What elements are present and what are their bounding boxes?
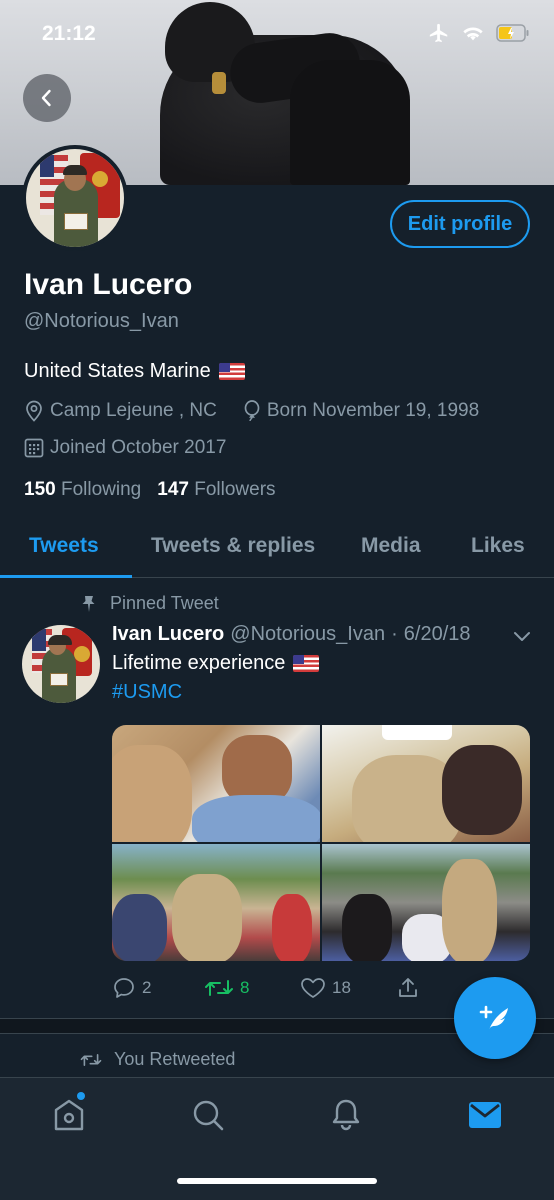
reply-icon [114,978,134,998]
balloon-icon [244,400,260,422]
tweet-author-name[interactable]: Ivan Lucero [112,623,224,646]
following-link[interactable]: 150 Following [24,479,141,501]
wifi-icon [463,27,483,41]
location-pin-icon [26,400,42,422]
profile-joined-row: Joined October 2017 [24,437,226,459]
photo3-person [112,894,167,961]
compose-tweet-button[interactable] [454,977,536,1059]
notifications-icon[interactable] [330,1098,362,1132]
banner-watch [212,72,226,94]
retweet-count: 8 [240,978,250,997]
media-photo-4[interactable] [322,844,530,961]
profile-joined: Joined October 2017 [50,437,227,458]
profile-avatar[interactable] [22,145,128,251]
photo3-uniform [172,874,242,961]
photo3-red-shirt [272,894,312,961]
airplane-icon [429,23,448,43]
tweet-media-grid [112,725,530,961]
photo2-hair [442,745,522,835]
pinned-tweet-label: Pinned Tweet [80,593,219,614]
like-button[interactable]: 18 [300,976,351,1000]
profile-name: Ivan Lucero [24,268,193,301]
search-icon[interactable] [191,1098,225,1132]
pinned-text: Pinned Tweet [110,593,219,613]
follow-stats: 150 Following 147 Followers [24,479,276,501]
compose-tweet-icon [479,1005,508,1030]
tweet-avatar-certificate [50,673,68,686]
media-photo-3[interactable] [112,844,320,961]
active-tab-indicator [0,575,132,578]
like-icon [301,978,325,998]
share-button[interactable] [396,976,420,1000]
tab-media[interactable]: Media [361,534,421,558]
tweet-text: Lifetime experience [112,652,320,675]
home-notification-dot [77,1092,85,1100]
photo1-uniform [112,745,192,842]
us-flag-emoji-icon [218,363,245,380]
following-count: 150 [24,479,56,500]
retweet-icon [80,1053,102,1066]
back-button[interactable] [23,74,71,122]
followers-label: Followers [194,479,276,500]
media-photo-1[interactable] [112,725,320,842]
reply-button[interactable]: 2 [112,976,151,1000]
chevron-down-icon[interactable] [512,626,532,646]
calendar-icon [24,438,44,458]
home-indicator [177,1178,377,1184]
share-icon [399,978,417,997]
tweet-body: Lifetime experience [112,652,286,674]
avatar-marine-head [63,165,87,191]
tab-likes[interactable]: Likes [471,534,525,558]
tweet-avatar-marine-head [48,635,72,655]
photo1-shirt [192,795,320,842]
tweet-hashtag[interactable]: #USMC [112,681,182,704]
tweet-author-avatar[interactable] [22,625,100,703]
profile-birthday: Born November 19, 1998 [266,400,480,421]
retweeted-context: You Retweeted [80,1049,235,1070]
media-photo-2[interactable] [322,725,530,842]
banner-figure-shoulder [290,60,410,185]
profile-bio: United States Marine [24,360,245,383]
tweet-separator: · [391,623,398,645]
us-flag-emoji-icon [293,655,320,672]
profile-meta-row: Camp Lejeune , NC Born November 19, 1998 [24,400,479,422]
home-icon[interactable] [53,1098,85,1132]
battery-icon [496,24,529,42]
retweeted-label: You Retweeted [114,1049,236,1069]
photo4-dress [342,894,392,961]
followers-count: 147 [157,479,189,500]
pin-icon [82,595,95,612]
avatar-certificate [64,213,88,230]
following-label: Following [60,479,142,500]
tab-tweets[interactable]: Tweets [29,534,99,558]
profile-handle: @Notorious_Ivan [24,310,179,332]
status-bar: 21:12 [0,0,554,66]
bio-text: United States Marine [24,360,211,382]
messages-icon[interactable] [468,1100,502,1130]
followers-link[interactable]: 147 Followers [157,479,275,501]
profile-tabs: Tweets Tweets & replies Media Likes [0,522,554,578]
retweet-button[interactable]: 8 [204,976,249,1000]
photo4-marine [442,859,497,961]
retweet-icon [205,980,233,996]
avatar-photo [26,149,124,247]
tweet-author-handle[interactable]: @Notorious_Ivan [230,623,385,646]
reply-count: 2 [142,978,152,997]
back-arrow-icon [41,89,51,107]
tweet-header: Ivan Lucero @Notorious_Ivan · 6/20/18 [112,623,471,646]
profile-location: Camp Lejeune , NC [50,400,217,421]
photo2-cap [382,725,452,740]
status-icons [428,22,530,44]
tweet-date[interactable]: 6/20/18 [404,623,471,646]
tab-tweets-and-replies[interactable]: Tweets & replies [151,534,315,558]
like-count: 18 [332,978,351,997]
status-time: 21:12 [42,22,96,45]
edit-profile-button[interactable]: Edit profile [390,200,530,248]
